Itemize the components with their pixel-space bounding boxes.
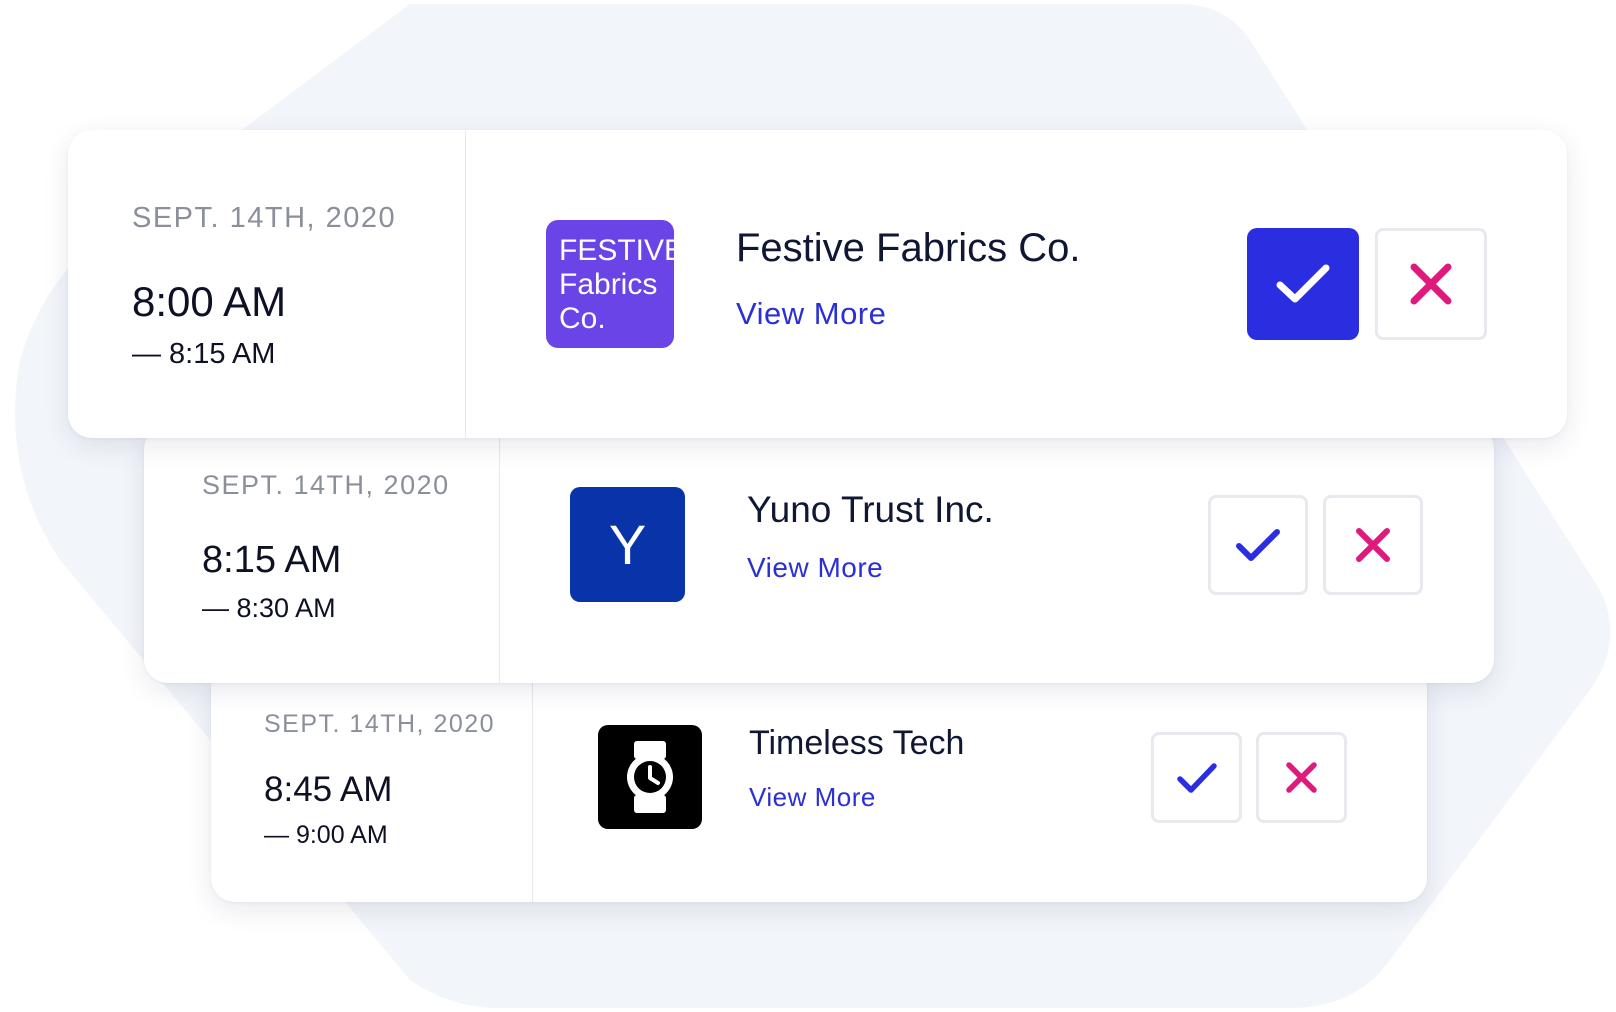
check-icon — [1276, 264, 1330, 303]
accept-button[interactable] — [1151, 732, 1242, 823]
logo-line: FESTIVE — [559, 234, 674, 267]
close-icon — [1356, 528, 1390, 562]
appointment-end-time: — 8:30 AM — [202, 593, 336, 623]
accept-button[interactable] — [1208, 495, 1308, 595]
accept-button[interactable] — [1247, 228, 1359, 340]
appointment-time-panel: SEPT. 14TH, 2020 8:00 AM — 8:15 AM — [68, 130, 466, 438]
view-more-link[interactable]: View More — [736, 296, 886, 332]
company-name: Festive Fabrics Co. — [736, 226, 1081, 270]
appointment-start-time: 8:00 AM — [132, 278, 287, 325]
close-icon — [1410, 263, 1452, 305]
reject-button[interactable] — [1256, 732, 1347, 823]
appointment-start-time: 8:15 AM — [202, 539, 342, 581]
appointment-date: SEPT. 14TH, 2020 — [264, 710, 496, 738]
appointment-details: FESTIVE Fabrics Co. Festive Fabrics Co. … — [466, 130, 1567, 438]
reject-button[interactable] — [1323, 495, 1423, 595]
appointment-card: SEPT. 14TH, 2020 8:45 AM — 9:00 AM Timel… — [211, 662, 1427, 902]
appointment-start-time: 8:45 AM — [264, 770, 393, 809]
view-more-link[interactable]: View More — [749, 782, 876, 813]
company-logo: FESTIVE Fabrics Co. — [546, 220, 674, 348]
appointment-end-time: — 8:15 AM — [132, 338, 276, 370]
appointment-card: SEPT. 14TH, 2020 8:00 AM — 8:15 AM FESTI… — [68, 130, 1567, 438]
appointment-end-time: — 9:00 AM — [264, 821, 388, 849]
logo-letter: Y — [608, 513, 647, 576]
appointment-card: SEPT. 14TH, 2020 8:15 AM — 8:30 AM Y Yun… — [144, 425, 1494, 683]
logo-line: Co. — [559, 302, 606, 335]
appointment-date: SEPT. 14TH, 2020 — [132, 202, 397, 234]
company-name: Yuno Trust Inc. — [747, 489, 994, 530]
view-more-link[interactable]: View More — [747, 552, 883, 584]
appointment-time-panel: SEPT. 14TH, 2020 8:15 AM — 8:30 AM — [144, 425, 500, 683]
check-icon — [1236, 529, 1280, 561]
logo-line: Fabrics — [559, 268, 658, 301]
company-logo: Y — [570, 487, 685, 602]
company-logo — [598, 725, 702, 829]
close-icon — [1286, 762, 1317, 793]
logo-wordmark: FESTIVE Fabrics Co. — [559, 234, 674, 336]
watch-icon — [627, 741, 673, 813]
reject-button[interactable] — [1375, 228, 1487, 340]
check-icon — [1176, 762, 1217, 793]
company-name: Timeless Tech — [749, 724, 965, 762]
appointment-details: Y Yuno Trust Inc. View More — [500, 425, 1494, 683]
appointment-details: Timeless Tech View More — [533, 662, 1427, 902]
appointment-time-panel: SEPT. 14TH, 2020 8:45 AM — 9:00 AM — [211, 662, 533, 902]
appointment-date: SEPT. 14TH, 2020 — [202, 470, 450, 500]
